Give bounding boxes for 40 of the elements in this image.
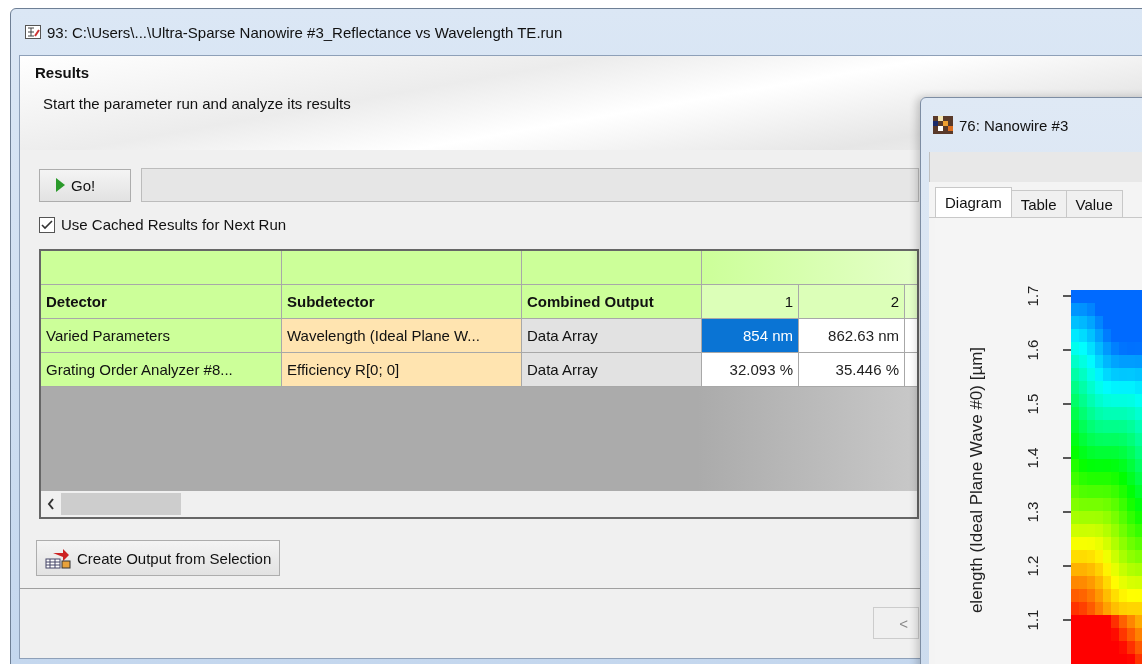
tick-label: 1.6 <box>1023 339 1041 361</box>
tab[interactable]: Table <box>1010 190 1067 217</box>
column-header: Subdetector <box>282 285 522 319</box>
table-cell: Data Array <box>522 353 702 387</box>
table-cell[interactable]: 32.093 % <box>702 353 799 387</box>
table-cell[interactable]: 35.446 % <box>799 353 905 387</box>
checkbox[interactable] <box>39 216 55 233</box>
scroll-left-icon[interactable] <box>47 498 55 510</box>
tick-label: 1.3 <box>1023 501 1041 523</box>
tab[interactable]: Diagram <box>935 187 1012 217</box>
tick-label: 1.7 <box>1023 285 1041 307</box>
window-title: 76: Nanowire #3 <box>959 116 1069 134</box>
checkbox-label[interactable]: Use Cached Results for Next Run <box>61 216 287 233</box>
tick-label: 1.5 <box>1023 393 1041 415</box>
axis-label: elength (Ideal Plane Wave #0) [µm] <box>967 346 987 614</box>
tick-label: 1.4 <box>1023 447 1041 469</box>
go-button[interactable]: Go! <box>39 168 131 202</box>
table-cell: Varied Parameters <box>41 319 282 353</box>
column-header: Combined Output <box>522 285 702 319</box>
table-arrow-icon <box>45 547 71 569</box>
table-cell: Grating Order Analyzer #8... <box>41 353 282 387</box>
play-icon <box>56 178 65 192</box>
checker-icon <box>933 116 953 134</box>
table-cell[interactable]: 862.63 nm <box>799 319 905 353</box>
column-header: 2 <box>799 285 905 319</box>
table-cell: Wavelength (Ideal Plane W... <box>282 319 522 353</box>
table-cell: Data Array <box>522 319 702 353</box>
table-cell[interactable]: 854 nm <box>702 319 799 353</box>
column-header: Detector <box>41 285 282 319</box>
section-title: Results <box>35 64 90 81</box>
app-icon <box>25 25 41 39</box>
section-subtitle: Start the parameter run and analyze its results <box>42 95 351 112</box>
tick-label: 1.2 <box>1023 555 1041 577</box>
scrollbar-thumb[interactable] <box>61 493 181 515</box>
window-title: 93: C:\Users\...\Ultra-Sparse Nanowire #3_Reflectance vs Wavelength TE.run <box>47 23 563 41</box>
column-header: 1 <box>702 285 799 319</box>
table-cell: Efficiency R[0; 0] <box>282 353 522 387</box>
create-output-button[interactable]: Create Output from Selection <box>36 540 281 576</box>
tab[interactable]: Value <box>1065 190 1123 217</box>
tick-label: 1.1 <box>1023 609 1041 631</box>
